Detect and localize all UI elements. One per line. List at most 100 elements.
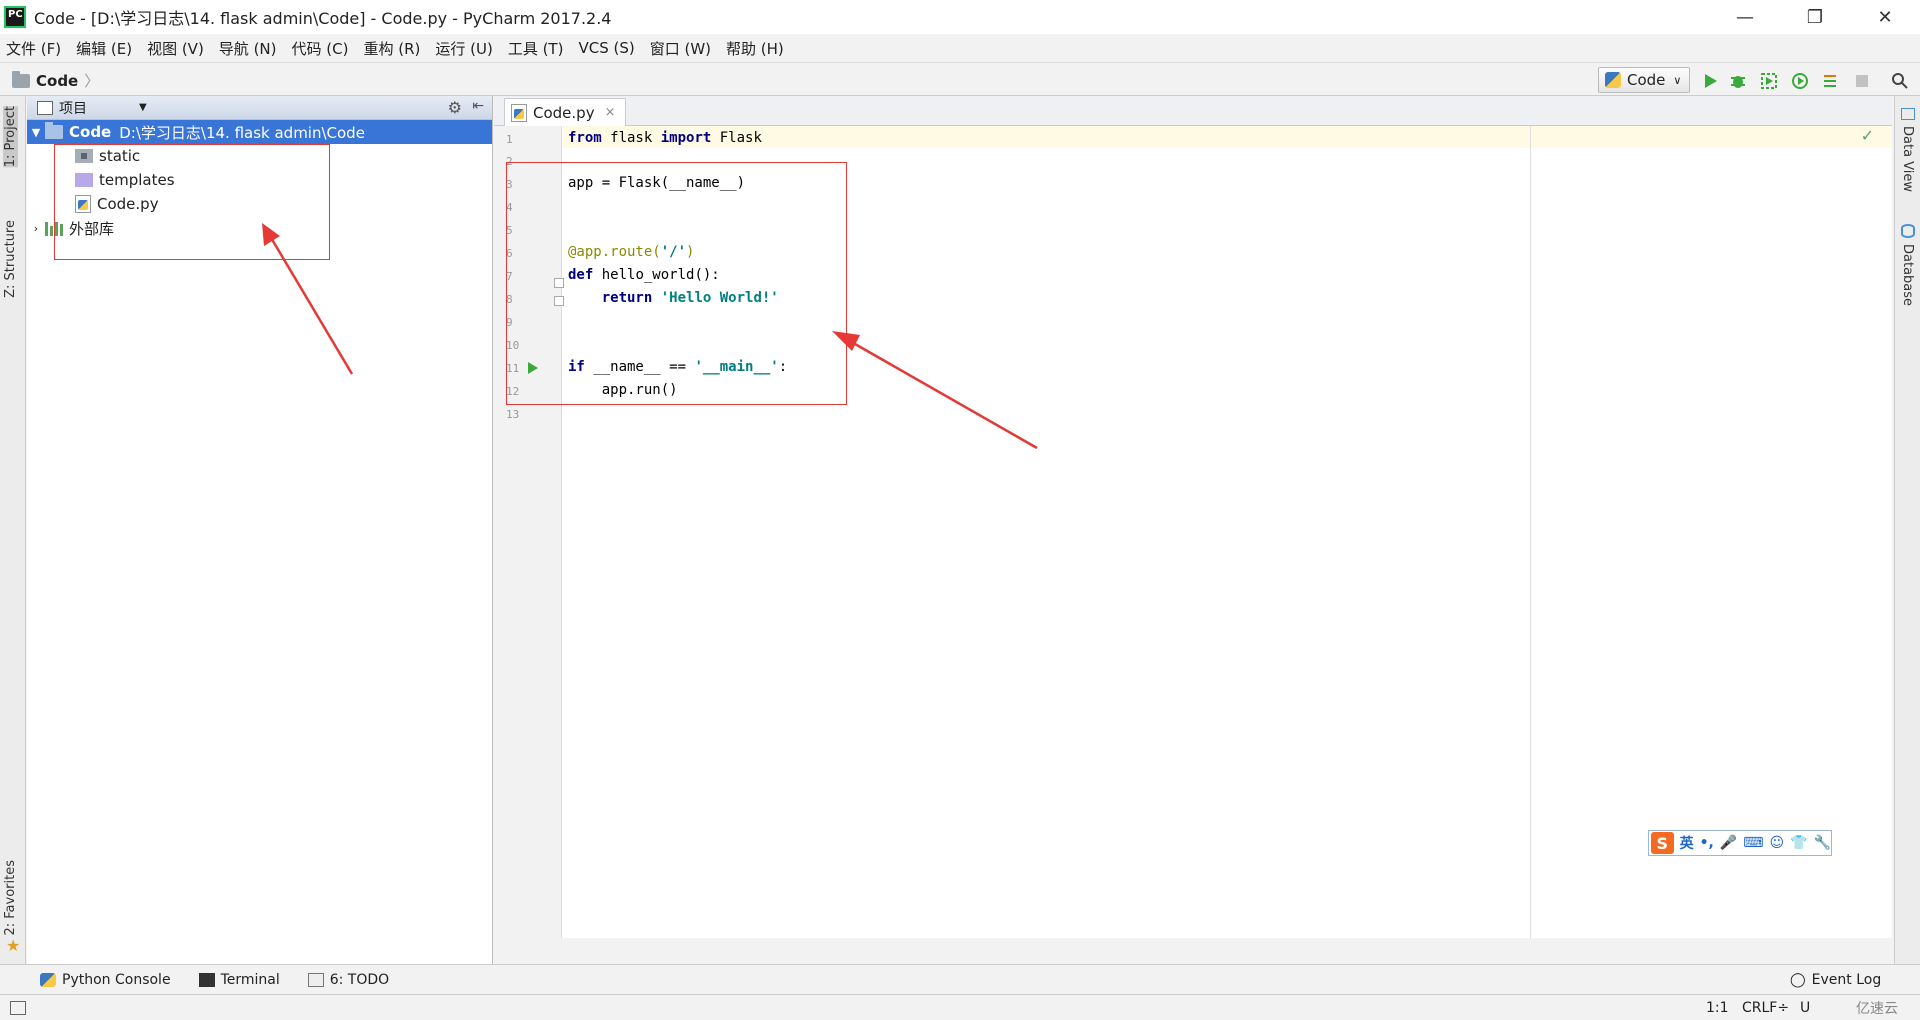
tab-favorites[interactable]: 2: Favorites bbox=[3, 860, 18, 936]
terminal-button[interactable]: Terminal bbox=[198, 971, 280, 988]
coverage-button[interactable] bbox=[1759, 71, 1779, 91]
editor-gutter bbox=[494, 126, 562, 938]
project-view-icon bbox=[37, 100, 53, 115]
menu-bar: 文件 (F) 编辑 (E) 视图 (V) 导航 (N) 代码 (C) 重构 (R… bbox=[0, 34, 1920, 62]
tree-item-external-libraries[interactable]: › 外部库 bbox=[27, 216, 492, 240]
microphone-icon[interactable]: 🎤 bbox=[1720, 835, 1737, 851]
tree-root-code[interactable]: ▼ Code D:\学习日志\14. flask admin\Code bbox=[27, 120, 492, 144]
tab-code-py[interactable]: Code.py × bbox=[504, 98, 627, 126]
chevron-right-icon: 〉 bbox=[84, 72, 100, 90]
project-view-select[interactable]: 项目 bbox=[59, 98, 87, 118]
fold-marker-icon[interactable] bbox=[554, 296, 564, 306]
concurrency-button[interactable] bbox=[1821, 71, 1841, 91]
folder-icon bbox=[45, 122, 63, 139]
keyboard-icon[interactable]: ⌨ bbox=[1743, 835, 1763, 851]
event-log-button[interactable]: ◯ Event Log bbox=[1790, 972, 1881, 988]
left-tool-strip: 1: Project Z: Structure 2: Favorites ★ bbox=[0, 96, 26, 964]
gear-icon[interactable]: ⚙ bbox=[448, 98, 462, 117]
settings-icon[interactable]: 🔧 bbox=[1814, 835, 1831, 851]
close-tab-icon[interactable]: × bbox=[605, 105, 616, 120]
skin-icon[interactable]: 👕 bbox=[1790, 835, 1807, 851]
bug-icon bbox=[1731, 76, 1745, 88]
dropdown-arrow-icon[interactable]: ▼ bbox=[139, 102, 147, 113]
code-line-1[interactable]: from flask import Flask bbox=[568, 130, 762, 146]
tree-item-label: static bbox=[99, 147, 141, 165]
current-line-highlight bbox=[563, 126, 1892, 148]
ime-language[interactable]: 英 bbox=[1680, 833, 1694, 853]
right-margin-guide bbox=[1530, 126, 1531, 938]
menu-file[interactable]: 文件 (F) bbox=[6, 38, 61, 59]
line-number: 4 bbox=[506, 201, 513, 214]
line-number: 2 bbox=[506, 155, 513, 168]
caret-position[interactable]: 1:1 bbox=[1706, 1000, 1729, 1016]
code-line-7[interactable]: def hello_world(): bbox=[568, 267, 720, 283]
expand-arrow-icon[interactable]: ▼ bbox=[27, 126, 45, 139]
tree-item-static[interactable]: static bbox=[27, 144, 492, 168]
run-button[interactable] bbox=[1700, 71, 1720, 91]
menu-view[interactable]: 视图 (V) bbox=[147, 38, 204, 59]
menu-tools[interactable]: 工具 (T) bbox=[508, 38, 564, 59]
ime-toolbar[interactable]: S 英 •, 🎤 ⌨ ☺ 👕 🔧 bbox=[1648, 830, 1832, 856]
templates-folder-icon bbox=[75, 173, 93, 187]
line-number: 5 bbox=[506, 224, 513, 237]
restore-button[interactable]: ❐ bbox=[1780, 0, 1850, 34]
menu-vcs[interactable]: VCS (S) bbox=[578, 39, 634, 57]
line-separator[interactable]: CRLF÷ bbox=[1742, 1000, 1789, 1016]
close-button[interactable]: ✕ bbox=[1850, 0, 1920, 34]
static-folder-icon bbox=[75, 149, 93, 163]
todo-icon bbox=[307, 972, 324, 987]
stop-icon bbox=[1856, 75, 1868, 87]
event-log-label: Event Log bbox=[1811, 971, 1882, 988]
run-configuration-select[interactable]: Code ∨ bbox=[1598, 67, 1690, 93]
python-console-label: Python Console bbox=[62, 971, 171, 988]
punctuation-icon[interactable]: •, bbox=[1700, 835, 1714, 851]
tab-database[interactable]: Database bbox=[1900, 244, 1915, 306]
profile-button[interactable] bbox=[1790, 71, 1810, 91]
debug-button[interactable] bbox=[1728, 71, 1748, 91]
menu-edit[interactable]: 编辑 (E) bbox=[76, 38, 132, 59]
tab-data-view[interactable]: Data View bbox=[1900, 126, 1915, 192]
menu-run[interactable]: 运行 (U) bbox=[435, 38, 492, 59]
user-icon[interactable]: ☺ bbox=[1770, 835, 1785, 851]
database-icon bbox=[1901, 224, 1915, 238]
title-bar: PC Code - [D:\学习日志\14. flask admin\Code]… bbox=[0, 0, 1920, 34]
code-line-12[interactable]: app.run() bbox=[568, 382, 678, 398]
file-encoding[interactable]: U bbox=[1800, 1000, 1810, 1016]
project-panel-header: 项目 ▼ ⚙ ⇤ bbox=[27, 96, 492, 120]
run-gutter-icon[interactable] bbox=[528, 362, 538, 374]
code-line-11[interactable]: if __name__ == '__main__': bbox=[568, 359, 787, 375]
menu-navigate[interactable]: 导航 (N) bbox=[219, 38, 277, 59]
tree-item-code-py[interactable]: Code.py bbox=[27, 192, 492, 216]
line-number: 1 bbox=[506, 133, 513, 146]
menu-help[interactable]: 帮助 (H) bbox=[726, 38, 784, 59]
fold-marker-icon[interactable] bbox=[554, 278, 564, 288]
breadcrumb[interactable]: Code 〉 bbox=[12, 70, 99, 91]
tab-project[interactable]: 1: Project bbox=[3, 106, 18, 168]
toggle-tool-windows-icon[interactable] bbox=[10, 1000, 26, 1015]
stop-button[interactable] bbox=[1852, 71, 1872, 91]
minimize-button[interactable]: — bbox=[1710, 0, 1780, 34]
menu-refactor[interactable]: 重构 (R) bbox=[363, 38, 420, 59]
code-line-8[interactable]: return 'Hello World!' bbox=[568, 290, 779, 306]
table-icon bbox=[1901, 108, 1915, 120]
python-icon bbox=[40, 972, 56, 987]
menu-window[interactable]: 窗口 (W) bbox=[650, 38, 711, 59]
search-button[interactable] bbox=[1890, 71, 1910, 91]
line-number: 10 bbox=[506, 339, 520, 352]
line-number: 9 bbox=[506, 316, 513, 329]
code-line-6[interactable]: @app.route('/') bbox=[568, 244, 694, 260]
menu-code[interactable]: 代码 (C) bbox=[292, 38, 349, 59]
todo-button[interactable]: 6: TODO bbox=[307, 972, 389, 988]
code-line-3[interactable]: app = Flask(__name__) bbox=[568, 175, 745, 191]
play-icon bbox=[1705, 74, 1717, 88]
expand-arrow-icon[interactable]: › bbox=[27, 222, 45, 235]
terminal-label: Terminal bbox=[220, 971, 280, 988]
library-icon bbox=[45, 220, 63, 236]
tab-structure[interactable]: Z: Structure bbox=[3, 220, 18, 298]
hide-panel-icon[interactable]: ⇤ bbox=[472, 98, 484, 114]
tree-item-label: Code.py bbox=[97, 195, 159, 213]
python-console-button[interactable]: Python Console bbox=[40, 972, 171, 988]
sogou-logo-icon: S bbox=[1651, 832, 1674, 854]
tree-item-templates[interactable]: templates bbox=[27, 168, 492, 192]
terminal-icon bbox=[198, 972, 215, 987]
